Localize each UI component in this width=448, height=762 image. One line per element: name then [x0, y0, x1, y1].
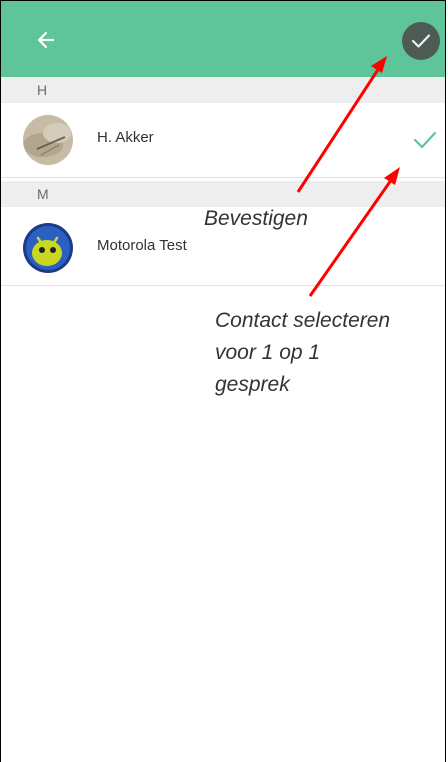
contact-name: Motorola Test: [97, 237, 187, 254]
app-bar: [1, 1, 445, 77]
photo-avatar: [23, 115, 73, 165]
annotation-select-line2: voor 1 op 1: [215, 341, 321, 364]
selected-check-icon: [413, 131, 437, 149]
confirm-button[interactable]: [402, 22, 440, 60]
section-letter: M: [37, 186, 49, 202]
arrow-left-icon: [37, 31, 55, 49]
contact-row-h-akker[interactable]: H. Akker: [1, 103, 445, 178]
annotation-select-line3: gesprek: [215, 373, 290, 396]
contact-avatar: [23, 223, 73, 273]
section-header-h: H: [1, 77, 445, 103]
annotation-confirm: Bevestigen: [204, 207, 308, 230]
contact-avatar: [23, 115, 73, 165]
contact-name: H. Akker: [97, 129, 154, 146]
annotation-select-line1: Contact selecteren: [215, 309, 391, 332]
back-button[interactable]: [31, 25, 61, 55]
check-icon: [411, 34, 431, 48]
section-letter: H: [37, 82, 48, 98]
android-avatar: [23, 223, 73, 273]
